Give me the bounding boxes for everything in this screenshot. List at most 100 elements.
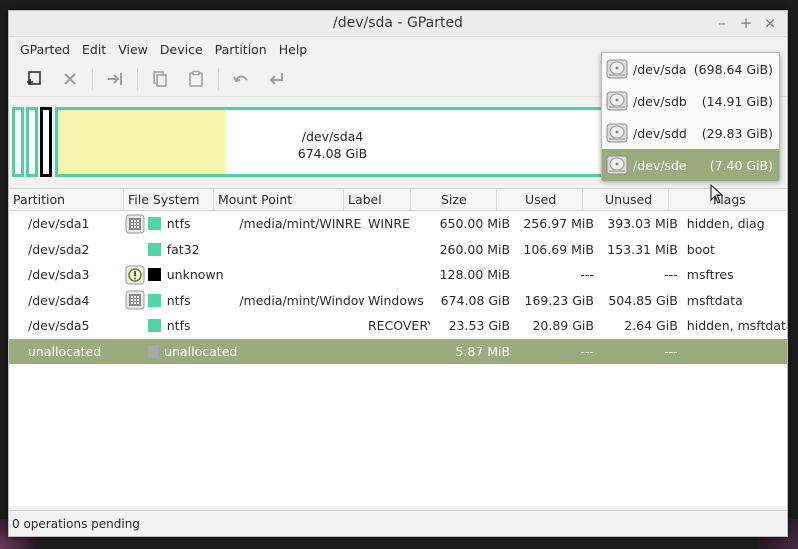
resize-move-button[interactable] <box>98 64 132 94</box>
file-system-cell: ntfs <box>147 216 238 232</box>
title-bar[interactable]: /dev/sda - GParted – + × <box>9 11 787 37</box>
hard-disk-icon <box>606 91 628 111</box>
partition-flags: hidden, diag <box>686 216 765 232</box>
col-partition[interactable]: Partition <box>9 189 124 211</box>
partition-size: 128.00 MiB <box>439 267 511 283</box>
device-name: /dev/sda <box>633 61 687 77</box>
table-row[interactable]: unallocated unallocated 5.87 MiB --- --- <box>9 338 787 364</box>
table-row[interactable]: /dev/sda3 unknown 128.00 MiB --- --- msftres <box>9 262 787 288</box>
used-space: 20.89 GiB <box>532 318 594 334</box>
table-row[interactable]: /dev/sda2 fat32 260.00 MiB 106.69 MiB 153.31… <box>9 237 787 263</box>
col-file-system[interactable]: File System <box>124 189 214 211</box>
partition-size: 674.08 GiB <box>440 292 511 308</box>
partition-name: /dev/sda4 <box>28 292 90 308</box>
new-partition-icon <box>27 70 41 85</box>
used-space: 256.97 MiB <box>523 216 594 232</box>
diskmap-sda3[interactable] <box>40 107 52 177</box>
col-flags[interactable]: Flags <box>669 189 787 211</box>
partition-flags: msftres <box>686 267 734 283</box>
copy-button[interactable] <box>143 64 177 94</box>
mounted-key-icon <box>121 290 147 310</box>
hard-disk-icon <box>606 123 628 143</box>
partition-name: /dev/sda5 <box>28 318 90 334</box>
device-item[interactable]: /dev/sdb (14.91 GiB) <box>602 85 779 117</box>
mount-point: /media/mint/WINRE <box>239 216 362 232</box>
diskmap-sda2[interactable] <box>26 107 38 177</box>
partition-name: /dev/sda1 <box>28 216 90 232</box>
diskmap-sda1[interactable] <box>12 107 24 177</box>
col-used[interactable]: Used <box>497 189 583 211</box>
hard-disk-icon <box>606 59 628 79</box>
device-name: /dev/sdd <box>633 125 687 141</box>
disk-graphic: /dev/sda4 674.08 GiB <box>12 107 610 187</box>
menu-device[interactable]: Device <box>154 42 209 57</box>
paste-icon <box>189 70 203 87</box>
table-row[interactable]: /dev/sda5 ntfs RECOVERY 23.53 GiB 20.89 GiB 2… <box>9 313 787 339</box>
used-space: --- <box>580 267 594 283</box>
maximize-button[interactable]: + <box>739 14 753 32</box>
partition-name: /dev/sda3 <box>28 267 90 283</box>
delete-partition-button[interactable] <box>53 64 87 94</box>
partition-size: 5.87 MiB <box>455 343 511 359</box>
file-system: ntfs <box>166 292 191 308</box>
resize-move-icon <box>108 72 122 85</box>
minimize-button[interactable]: – <box>715 14 729 32</box>
device-item[interactable]: /dev/sde (7.40 GiB) <box>602 149 779 181</box>
delete-icon <box>64 72 76 85</box>
diskmap-partition-name: /dev/sda4 <box>301 129 364 144</box>
table-header: Partition File System Mount Point Label … <box>9 189 787 211</box>
device-item[interactable]: /dev/sda (698.64 GiB) <box>602 53 779 85</box>
partition-flags: msftdata <box>686 292 743 308</box>
used-space: 106.69 MiB <box>523 241 594 257</box>
device-name: /dev/sdb <box>633 93 687 109</box>
fs-color-swatch <box>147 217 161 231</box>
window-title: /dev/sda - GParted <box>333 15 463 31</box>
unused-space: 2.64 GiB <box>624 318 678 334</box>
menu-help[interactable]: Help <box>273 42 314 57</box>
col-size[interactable]: Size <box>411 189 497 211</box>
mount-point: /media/mint/Windows <box>239 292 364 308</box>
fs-color-swatch <box>147 242 161 256</box>
used-space: --- <box>580 343 594 359</box>
col-label[interactable]: Label <box>344 189 411 211</box>
mouse-cursor-icon <box>710 184 724 204</box>
table-body: /dev/sda1 ntfs/media/mint/WINRE WINRE 650.0… <box>9 211 787 364</box>
file-system: ntfs <box>166 216 191 232</box>
menu-partition[interactable]: Partition <box>209 42 273 57</box>
device-name: /dev/sde <box>633 157 687 173</box>
file-system-cell: unknown <box>147 267 238 283</box>
file-system-cell: ntfs <box>147 318 238 334</box>
file-system: unknown <box>166 267 224 283</box>
partition-label: Windows <box>367 292 424 308</box>
file-system: ntfs <box>166 318 191 334</box>
fs-color-swatch <box>147 293 161 307</box>
table-row[interactable]: /dev/sda1 ntfs/media/mint/WINRE WINRE 650.0… <box>9 211 787 237</box>
apply-icon <box>269 72 283 85</box>
new-partition-button[interactable] <box>17 64 51 94</box>
col-unused[interactable]: Unused <box>583 189 669 211</box>
partition-label: WINRE <box>367 216 410 232</box>
partition-table: Partition File System Mount Point Label … <box>9 188 787 506</box>
device-item[interactable]: /dev/sdd (29.83 GiB) <box>602 117 779 149</box>
status-bar: 0 operations pending <box>9 510 787 536</box>
col-mount-point[interactable]: Mount Point <box>214 189 344 211</box>
partition-flags: boot <box>686 241 715 257</box>
undo-button[interactable] <box>224 64 258 94</box>
device-size: (698.64 GiB) <box>693 61 773 77</box>
paste-button[interactable] <box>179 64 213 94</box>
table-row[interactable]: /dev/sda4 ntfs/media/mint/Windows Windows 6… <box>9 288 787 314</box>
file-system: fat32 <box>166 241 200 257</box>
file-system: unallocated <box>164 343 238 359</box>
close-button[interactable]: × <box>763 14 777 32</box>
menu-view[interactable]: View <box>112 42 154 57</box>
undo-icon <box>233 75 248 82</box>
partition-size: 650.00 MiB <box>439 216 511 232</box>
partition-size: 260.00 MiB <box>439 241 511 257</box>
unused-space: 504.85 GiB <box>608 292 678 308</box>
menu-gparted[interactable]: GParted <box>14 42 76 57</box>
partition-name: unallocated <box>28 343 102 359</box>
device-size: (29.83 GiB) <box>701 125 773 141</box>
menu-edit[interactable]: Edit <box>76 42 112 57</box>
apply-button[interactable] <box>260 64 294 94</box>
diskmap-sda4[interactable]: /dev/sda4 674.08 GiB <box>55 107 610 177</box>
